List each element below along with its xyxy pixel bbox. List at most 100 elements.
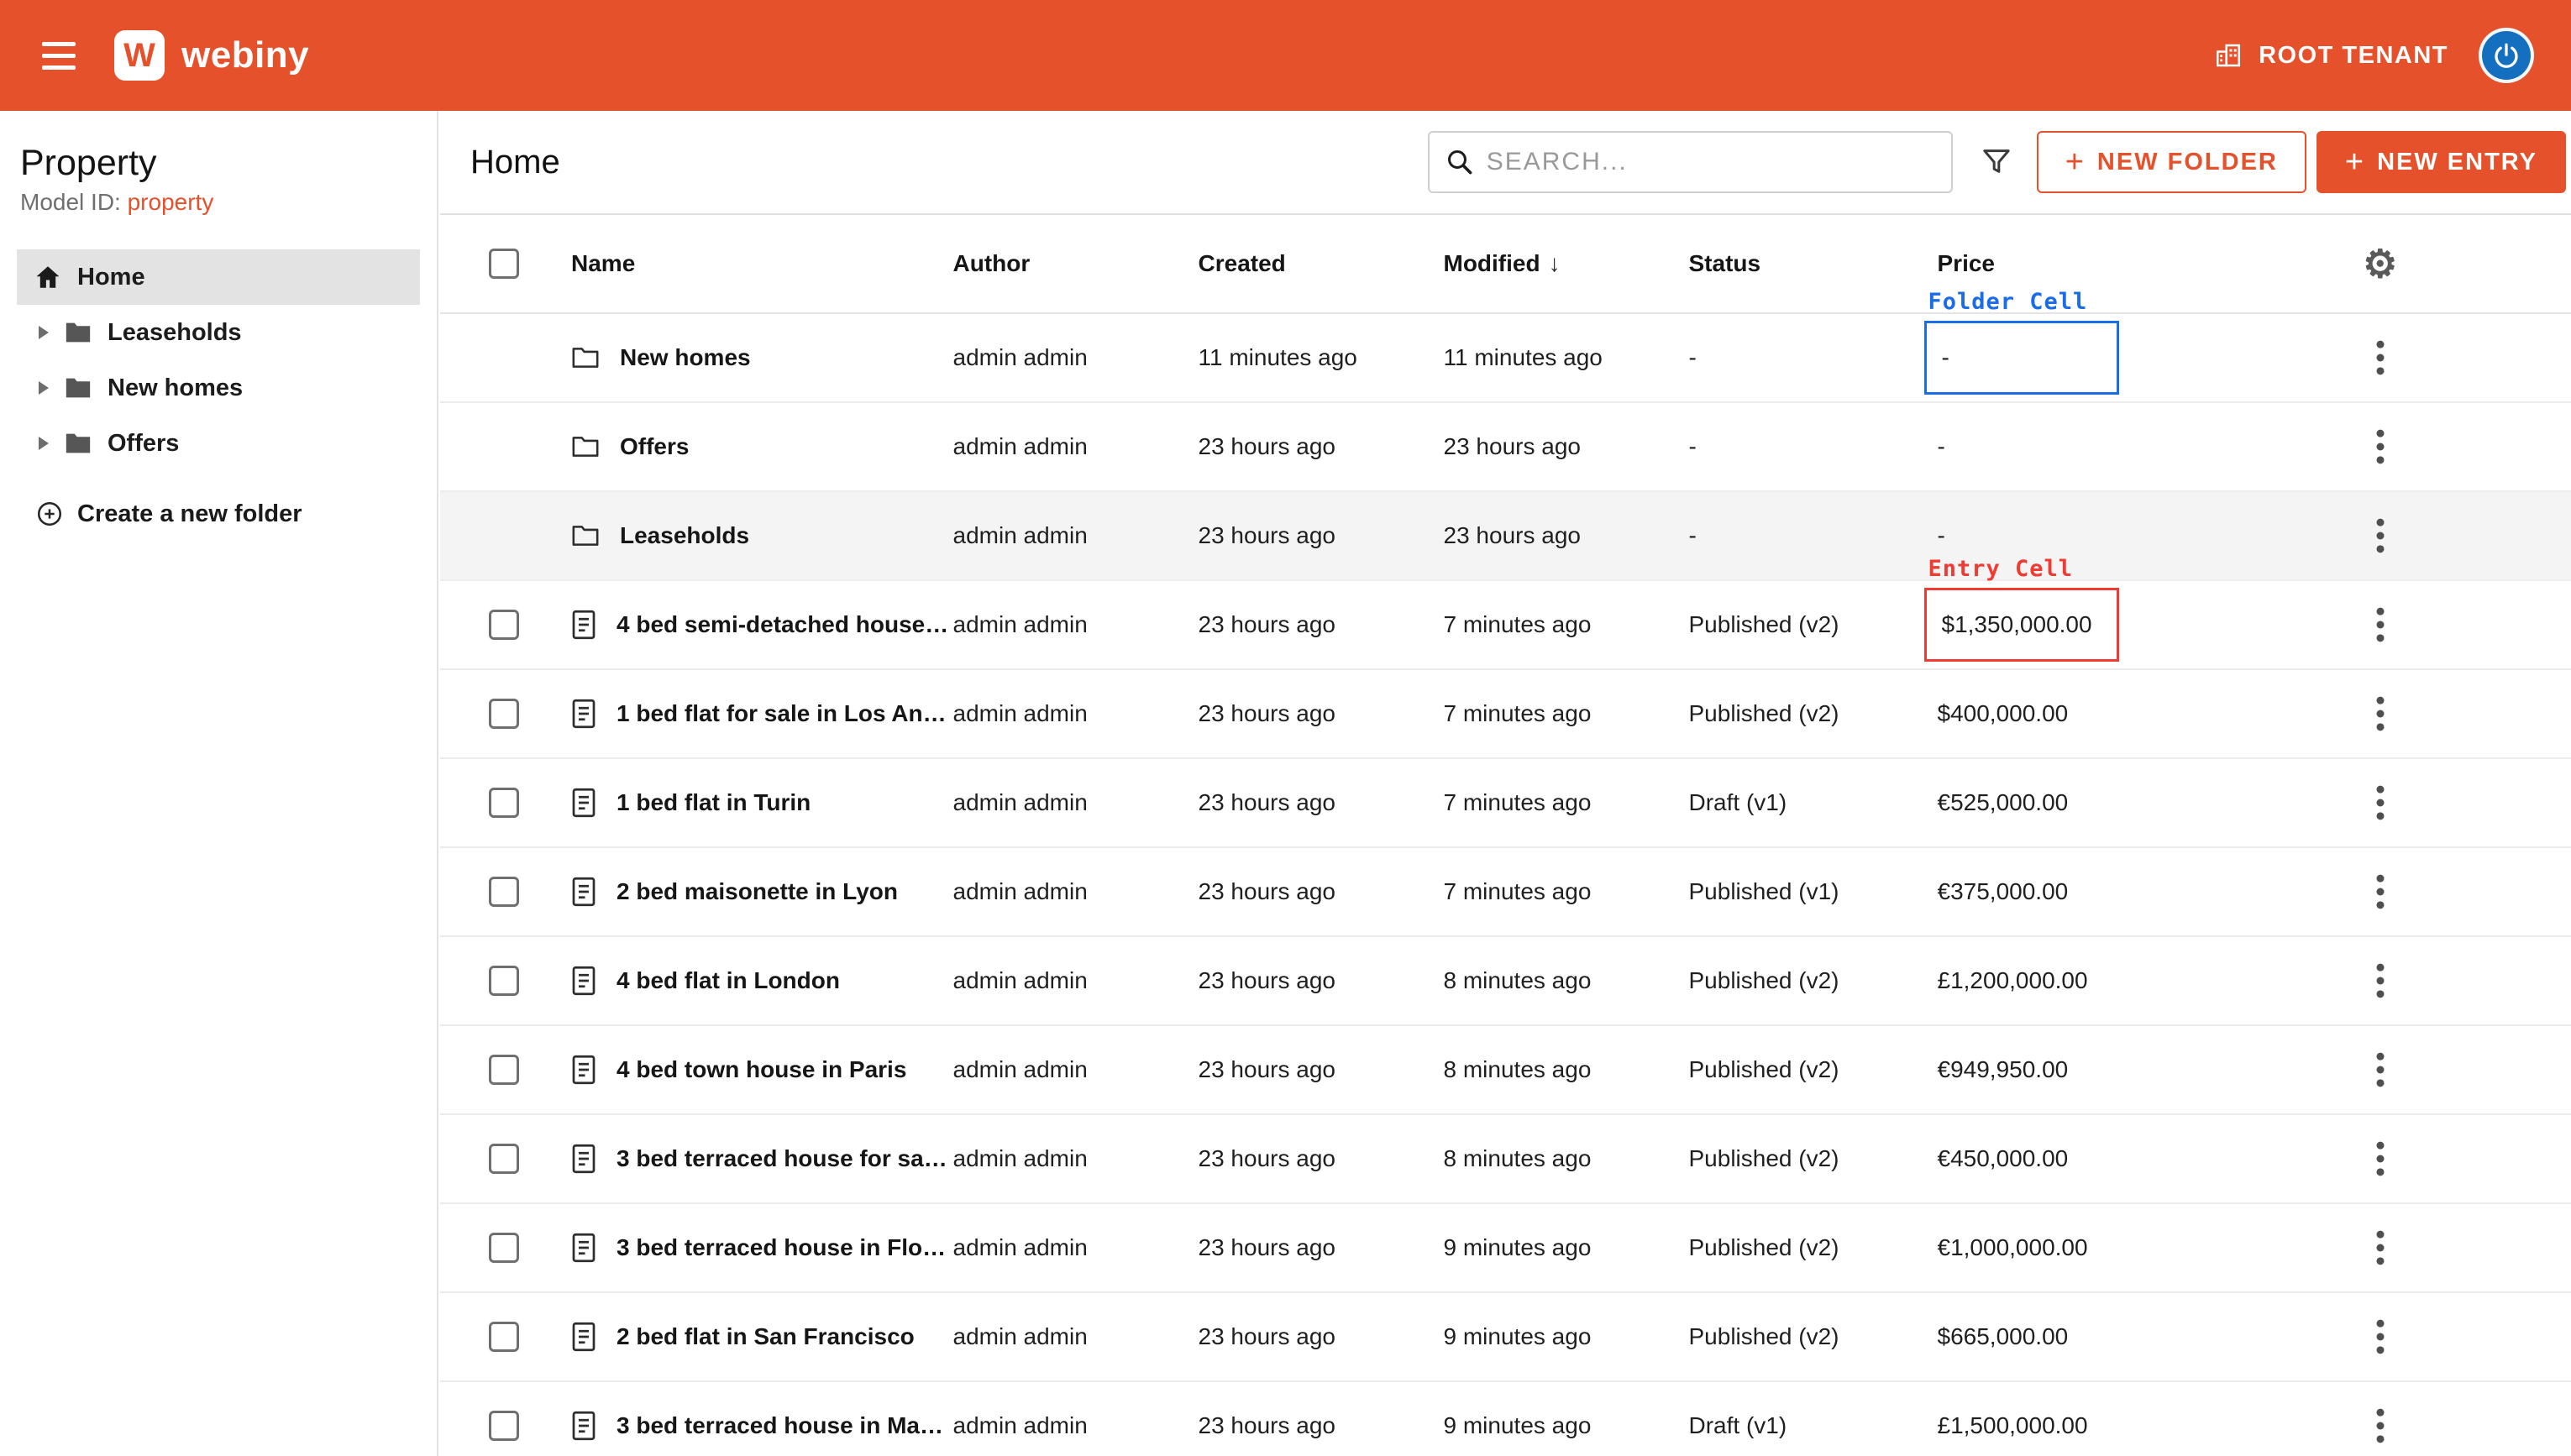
sidebar-item-home[interactable]: Home: [17, 249, 420, 305]
table-header: Name Author Created Modified↓ Status Pri…: [440, 215, 2571, 314]
row-name[interactable]: New homes: [620, 344, 751, 371]
price-cell: $665,000.00: [1938, 1323, 2069, 1350]
column-header-modified[interactable]: Modified↓: [1444, 250, 1689, 277]
table-row[interactable]: 4 bed flat in London admin admin 23 hour…: [440, 937, 2571, 1026]
row-checkbox[interactable]: [489, 966, 519, 996]
row-menu-button[interactable]: [2368, 1135, 2393, 1182]
row-price: €375,000.00: [1938, 878, 2190, 905]
price-cell: £1,200,000.00: [1938, 967, 2088, 994]
row-checkbox[interactable]: [489, 1055, 519, 1085]
row-checkbox[interactable]: [489, 877, 519, 907]
column-header-created[interactable]: Created: [1199, 250, 1444, 277]
table-row[interactable]: 3 bed terraced house for sale in Berlin …: [440, 1115, 2571, 1204]
row-name[interactable]: 2 bed flat in San Francisco: [617, 1323, 915, 1350]
table-row[interactable]: 3 bed terraced house in Florence admin a…: [440, 1204, 2571, 1293]
row-created: 11 minutes ago: [1199, 344, 1444, 371]
table-row[interactable]: 2 bed flat in San Francisco admin admin …: [440, 1293, 2571, 1382]
row-checkbox[interactable]: [489, 1411, 519, 1441]
row-modified: 9 minutes ago: [1444, 1234, 1689, 1261]
sidebar-item-offers[interactable]: Offers: [17, 416, 420, 471]
menu-button[interactable]: [37, 37, 81, 75]
table-row[interactable]: 4 bed semi-detached house for sale in De…: [440, 581, 2571, 670]
table-row[interactable]: 4 bed town house in Paris admin admin 23…: [440, 1026, 2571, 1115]
row-name[interactable]: 4 bed semi-detached house for sale in De…: [617, 611, 953, 638]
row-author: admin admin: [953, 522, 1199, 549]
plus-icon: +: [2345, 146, 2365, 178]
new-folder-button[interactable]: + NEW FOLDER: [2037, 131, 2306, 193]
row-name[interactable]: 3 bed terraced house for sale in Berlin: [617, 1145, 953, 1172]
row-created: 23 hours ago: [1199, 878, 1444, 905]
row-checkbox[interactable]: [489, 1322, 519, 1352]
table-row[interactable]: New homes admin admin 11 minutes ago 11 …: [440, 314, 2571, 403]
circle-plus-icon: [35, 500, 64, 528]
row-menu-button[interactable]: [2368, 423, 2393, 470]
row-status: Draft (v1): [1689, 789, 1938, 816]
filter-button[interactable]: [1980, 145, 2013, 179]
user-avatar[interactable]: [2479, 28, 2534, 83]
table-row[interactable]: 1 bed flat for sale in Los Angeles admin…: [440, 670, 2571, 759]
row-name[interactable]: 1 bed flat in Turin: [617, 789, 811, 816]
row-price: €949,950.00: [1938, 1056, 2190, 1083]
row-menu-button[interactable]: [2368, 334, 2393, 381]
table-row[interactable]: 1 bed flat in Turin admin admin 23 hours…: [440, 759, 2571, 848]
search-icon: [1445, 147, 1475, 177]
table-row[interactable]: 2 bed maisonette in Lyon admin admin 23 …: [440, 848, 2571, 937]
row-menu-button[interactable]: [2368, 957, 2393, 1004]
row-name[interactable]: 2 bed maisonette in Lyon: [617, 878, 898, 905]
row-name[interactable]: 3 bed terraced house in Manchester: [617, 1412, 953, 1439]
topbar: W webiny ROOT TENANT: [0, 0, 2571, 111]
row-name[interactable]: 1 bed flat for sale in Los Angeles: [617, 700, 953, 727]
row-name[interactable]: 4 bed town house in Paris: [617, 1056, 906, 1083]
column-header-status[interactable]: Status: [1689, 250, 1938, 277]
search-input[interactable]: [1487, 148, 1936, 176]
row-menu-button[interactable]: [2368, 512, 2393, 559]
row-name[interactable]: 4 bed flat in London: [617, 967, 840, 994]
home-icon: [34, 263, 62, 291]
column-header-price[interactable]: Price: [1938, 250, 2190, 277]
expand-caret-icon[interactable]: [39, 437, 49, 450]
sidebar-item-new-homes[interactable]: New homes: [17, 360, 420, 416]
expand-caret-icon[interactable]: [39, 381, 49, 395]
row-menu-button[interactable]: [2368, 1402, 2393, 1449]
table-row[interactable]: Leaseholds admin admin 23 hours ago 23 h…: [440, 492, 2571, 581]
row-menu-button[interactable]: [2368, 1224, 2393, 1271]
row-price-value: £1,500,000.00: [1938, 1412, 2088, 1439]
new-entry-button[interactable]: + NEW ENTRY: [2317, 131, 2566, 193]
row-status: Published (v2): [1689, 967, 1938, 994]
row-checkbox[interactable]: [489, 1233, 519, 1263]
row-checkbox[interactable]: [489, 699, 519, 729]
row-checkbox[interactable]: [489, 788, 519, 818]
row-modified: 7 minutes ago: [1444, 700, 1689, 727]
row-menu-button[interactable]: [2368, 601, 2393, 648]
row-name[interactable]: 3 bed terraced house in Florence: [617, 1234, 953, 1261]
row-author: admin admin: [953, 344, 1199, 371]
table-row[interactable]: Offers admin admin 23 hours ago 23 hours…: [440, 403, 2571, 492]
row-checkbox[interactable]: [489, 610, 519, 640]
column-settings-icon[interactable]: ⚙: [2363, 244, 2397, 283]
document-icon: [571, 877, 596, 907]
row-price: €1,000,000.00: [1938, 1234, 2190, 1261]
sidebar-item-leaseholds[interactable]: Leaseholds: [17, 305, 420, 360]
row-modified: 23 hours ago: [1444, 522, 1689, 549]
row-author: admin admin: [953, 967, 1199, 994]
expand-caret-icon[interactable]: [39, 326, 49, 339]
tenant-selector[interactable]: ROOT TENANT: [2213, 40, 2448, 71]
column-header-name[interactable]: Name: [571, 250, 953, 277]
row-created: 23 hours ago: [1199, 967, 1444, 994]
row-menu-button[interactable]: [2368, 868, 2393, 915]
row-menu-button[interactable]: [2368, 1046, 2393, 1093]
power-icon: [2491, 40, 2521, 71]
row-menu-button[interactable]: [2368, 690, 2393, 737]
column-header-author[interactable]: Author: [953, 250, 1199, 277]
row-menu-button[interactable]: [2368, 779, 2393, 826]
select-all-checkbox[interactable]: [489, 249, 519, 279]
create-folder-button[interactable]: Create a new folder: [0, 500, 437, 528]
row-author: admin admin: [953, 1145, 1199, 1172]
row-menu-button[interactable]: [2368, 1313, 2393, 1360]
table-row[interactable]: 3 bed terraced house in Manchester admin…: [440, 1382, 2571, 1456]
row-name[interactable]: Offers: [620, 433, 689, 460]
row-name[interactable]: Leaseholds: [620, 522, 749, 549]
row-checkbox[interactable]: [489, 1144, 519, 1174]
folder-icon: [571, 345, 600, 370]
row-author: admin admin: [953, 1412, 1199, 1439]
